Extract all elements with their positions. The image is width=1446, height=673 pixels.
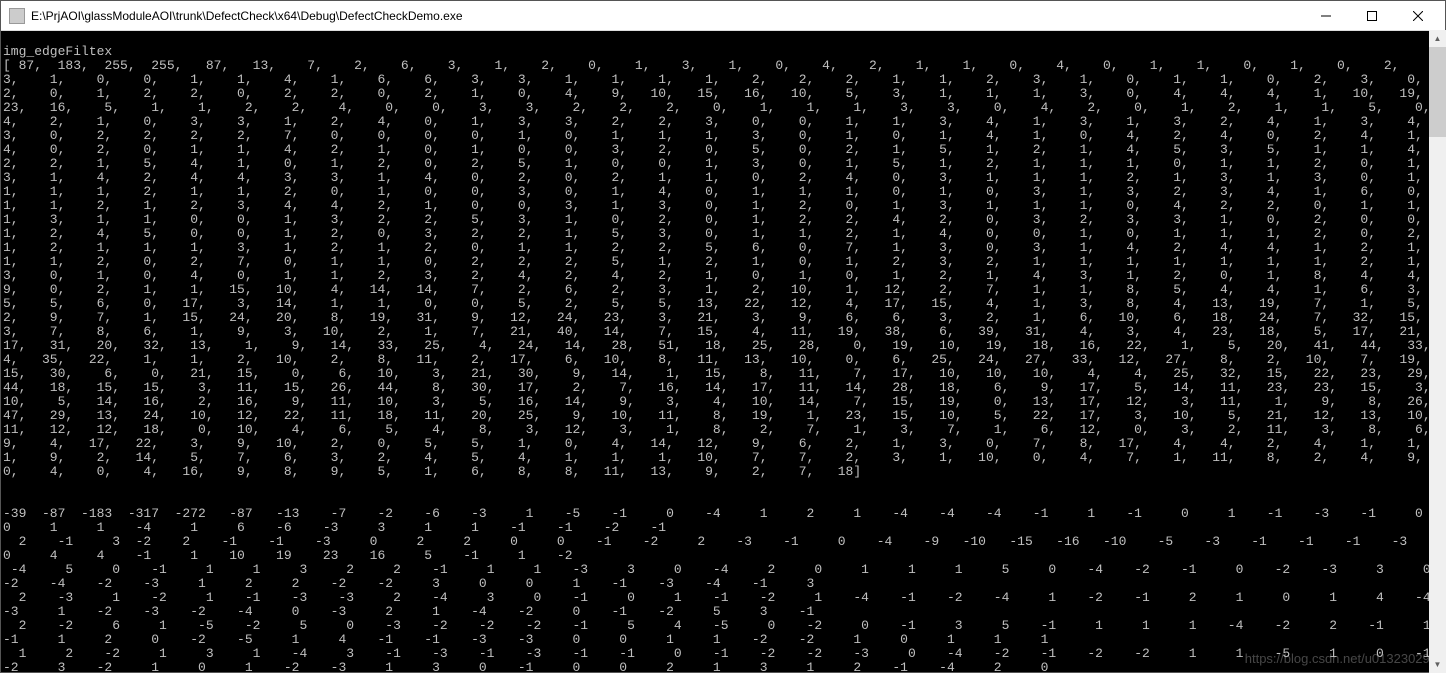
scroll-thumb[interactable] — [1429, 47, 1446, 137]
maximize-button[interactable] — [1349, 1, 1395, 31]
array-close: ] — [853, 464, 861, 479]
window-controls — [1303, 1, 1441, 31]
scroll-up-arrow[interactable]: ▲ — [1429, 30, 1446, 47]
window-title: E:\PrjAOI\glassModuleAOI\trunk\DefectChe… — [31, 9, 1303, 23]
console-output: img_edgeFiltex [ 87, 183, 255, 255, 87, … — [1, 31, 1445, 672]
array-open: [ — [3, 58, 11, 73]
vertical-scrollbar[interactable]: ▲ ▼ — [1429, 30, 1446, 673]
console-window: E:\PrjAOI\glassModuleAOI\trunk\DefectChe… — [0, 0, 1446, 673]
close-button[interactable] — [1395, 1, 1441, 31]
scroll-down-arrow[interactable]: ▼ — [1429, 656, 1446, 673]
app-icon — [9, 8, 25, 24]
scroll-track[interactable] — [1429, 47, 1446, 656]
minimize-button[interactable] — [1303, 1, 1349, 31]
title-bar: E:\PrjAOI\glassModuleAOI\trunk\DefectChe… — [1, 1, 1445, 31]
array1-values: 87, 183, 255, 255, 87, 13, 7, 2, 6, 3, 1… — [3, 58, 1445, 479]
array2-values: -39 -87 -183 -317 -272 -87 -13 -7 -2 -6 … — [3, 506, 1445, 672]
variable-label: img_edgeFiltex — [3, 44, 112, 59]
